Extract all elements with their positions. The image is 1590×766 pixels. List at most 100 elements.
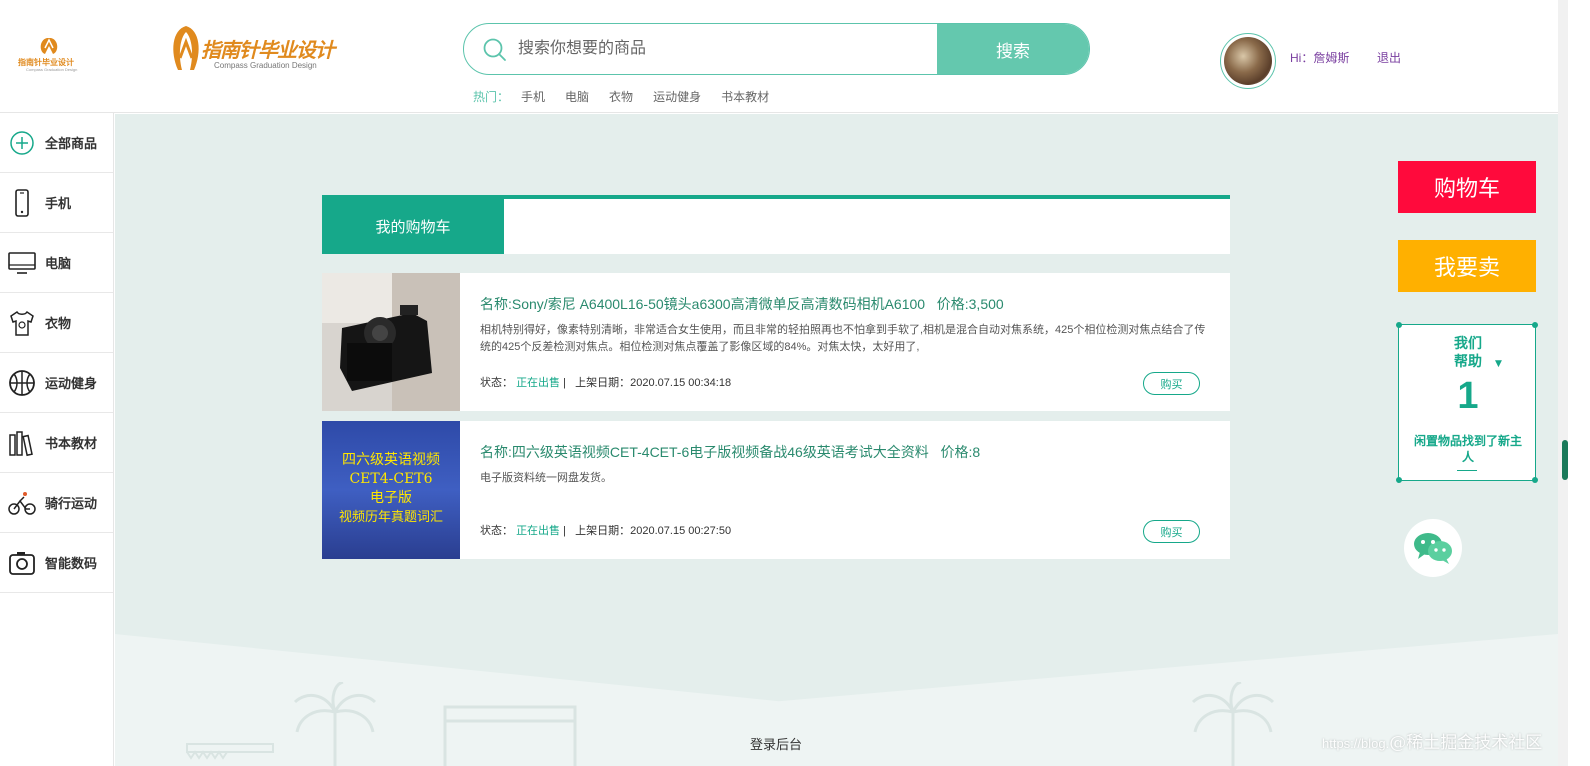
logout-link[interactable]: 退出 bbox=[1377, 49, 1401, 66]
divider: | bbox=[560, 377, 573, 389]
logo-text: 指南针毕业设计 bbox=[201, 38, 335, 62]
status-badge: 正在出售 bbox=[516, 377, 561, 389]
saw-decoration-icon bbox=[186, 743, 274, 760]
hot-item-fitness[interactable]: 运动健身 bbox=[653, 88, 701, 105]
hot-item-phone[interactable]: 手机 bbox=[521, 88, 545, 105]
avatar[interactable] bbox=[1220, 33, 1276, 89]
camera-icon bbox=[8, 549, 36, 577]
scrollbar-thumb[interactable] bbox=[1562, 440, 1568, 480]
product-thumbnail[interactable] bbox=[322, 273, 460, 411]
category-sidebar: 全部商品 手机 电脑 衣物 运动健身 书本教材 骑行运动 智能数码 bbox=[0, 113, 114, 766]
search-box: 搜索 bbox=[463, 23, 1090, 75]
product-description: 电子版资料统一网盘发货。 bbox=[480, 472, 612, 484]
ball-icon bbox=[8, 369, 36, 397]
sidebar-item-label: 书本教材 bbox=[45, 436, 98, 451]
divider bbox=[1457, 470, 1477, 471]
sidebar-item-fitness[interactable]: 运动健身 bbox=[0, 353, 113, 413]
watermark-brand: @稀土掘金技术社区 bbox=[1389, 733, 1543, 753]
hot-searches: 热门： 手机 电脑 衣物 运动健身 书本教材 bbox=[473, 88, 789, 105]
corner-dot bbox=[1396, 322, 1402, 328]
thumbnail-line: 视频历年真题词汇 bbox=[338, 510, 443, 525]
caret-down-icon: ▼ bbox=[1495, 359, 1502, 369]
product-title[interactable]: 名称:Sony/索尼 A6400L16-50镜头a6300高清微单反高清数码相机… bbox=[480, 294, 1004, 314]
main-content: 登录后台 我的购物车 名称:Sony/索尼 A6400L16-50镜头a6300… bbox=[115, 114, 1558, 766]
help-widget[interactable]: 我们 帮助 ▼ 1 闲置物品找到了新主人 bbox=[1396, 322, 1538, 483]
phone-icon bbox=[8, 188, 36, 217]
corner-dot bbox=[1532, 322, 1538, 328]
help-title-line: 帮助 ▼ bbox=[1399, 353, 1537, 371]
search-button[interactable]: 搜索 bbox=[937, 24, 1089, 74]
product-name: 名称:四六级英语视频CET-4CET-6电子版视频备战46级英语考试大全资料 bbox=[480, 444, 929, 460]
cart-item: 四六级英语视频 CET4-CET6 电子版 视频历年真题词汇 名称:四六级英语视… bbox=[322, 421, 1230, 559]
thumbnail-line: 电子版 bbox=[370, 490, 412, 506]
hot-label: 热门： bbox=[473, 90, 510, 104]
sidebar-item-label: 智能数码 bbox=[45, 556, 98, 571]
watermark-url: https://blog. bbox=[1322, 736, 1390, 751]
status-label: 状态： bbox=[480, 525, 513, 537]
hot-item-clothes[interactable]: 衣物 bbox=[609, 88, 633, 105]
wechat-button[interactable] bbox=[1404, 519, 1462, 577]
wechat-icon bbox=[1414, 533, 1452, 564]
corner-dot bbox=[1396, 477, 1402, 483]
product-name: 名称:Sony/索尼 A6400L16-50镜头a6300高清微单反高清数码相机… bbox=[480, 296, 926, 312]
books-icon bbox=[8, 429, 36, 457]
logo-small-subtitle: Compass Graduation Design bbox=[26, 67, 78, 72]
sidebar-item-label: 衣物 bbox=[45, 316, 72, 331]
palm-decoration-icon bbox=[1191, 682, 1275, 766]
logo-subtitle: Compass Graduation Design bbox=[214, 61, 317, 70]
cart-header-panel: 我的购物车 bbox=[322, 195, 1230, 254]
search-input[interactable] bbox=[518, 24, 918, 74]
product-meta: 状态： 正在出售 | 上架日期：2020.07.15 00:27:50 bbox=[480, 522, 731, 538]
cyclist-icon bbox=[8, 489, 36, 517]
thumbnail-line: CET4-CET6 bbox=[349, 471, 433, 487]
sidebar-item-label: 全部商品 bbox=[45, 136, 98, 151]
date-label: 上架日期： bbox=[575, 377, 631, 389]
product-thumbnail[interactable]: 四六级英语视频 CET4-CET6 电子版 视频历年真题词汇 bbox=[322, 421, 460, 559]
sidebar-item-clothes[interactable]: 衣物 bbox=[0, 293, 113, 353]
sidebar-item-label: 运动健身 bbox=[45, 376, 98, 391]
status-badge: 正在出售 bbox=[516, 525, 561, 537]
thumbnail-line: 四六级英语视频 bbox=[342, 452, 440, 468]
help-title: 我们 帮助 ▼ bbox=[1399, 335, 1537, 371]
help-subtitle: 闲置物品找到了新主人 bbox=[1413, 434, 1522, 464]
sell-button[interactable]: 我要卖 bbox=[1398, 240, 1536, 292]
admin-login-link[interactable]: 登录后台 bbox=[750, 734, 802, 753]
listing-date: 2020.07.15 00:27:50 bbox=[630, 525, 732, 537]
sidebar-item-label: 骑行运动 bbox=[45, 496, 98, 511]
sidebar-item-label: 手机 bbox=[45, 196, 72, 211]
product-description: 相机特别得好，像素特别清晰，非常适合女生使用，而且非常的轻拍照再也不怕拿到手软了… bbox=[480, 324, 1206, 353]
corner-dot bbox=[1532, 477, 1538, 483]
sidebar-item-books[interactable]: 书本教材 bbox=[0, 413, 113, 473]
monitor-icon bbox=[8, 249, 36, 277]
product-meta: 状态： 正在出售 | 上架日期：2020.07.15 00:34:18 bbox=[480, 374, 731, 390]
hot-item-computer[interactable]: 电脑 bbox=[565, 88, 589, 105]
sidebar-item-label: 电脑 bbox=[45, 256, 72, 271]
user-greeting[interactable]: Hi：詹姆斯 bbox=[1290, 49, 1349, 66]
box-decoration-icon bbox=[443, 705, 577, 766]
sidebar-item-phone[interactable]: 手机 bbox=[0, 173, 113, 233]
watermark: https://blog.@稀土掘金技术社区 bbox=[1322, 728, 1542, 753]
cart-item: 名称:Sony/索尼 A6400L16-50镜头a6300高清微单反高清数码相机… bbox=[322, 273, 1230, 411]
status-label: 状态： bbox=[480, 377, 513, 389]
product-title[interactable]: 名称:四六级英语视频CET-4CET-6电子版视频备战46级英语考试大全资料 价… bbox=[480, 442, 980, 462]
palm-decoration-icon bbox=[293, 682, 377, 766]
sidebar-item-cycling[interactable]: 骑行运动 bbox=[0, 473, 113, 533]
divider: | bbox=[560, 525, 573, 537]
tab-my-cart[interactable]: 我的购物车 bbox=[322, 199, 504, 254]
plus-circle-icon bbox=[8, 129, 36, 157]
shirt-icon bbox=[8, 309, 36, 337]
search-icon bbox=[483, 38, 506, 61]
shopping-cart-button[interactable]: 购物车 bbox=[1398, 161, 1536, 213]
hot-item-books[interactable]: 书本教材 bbox=[721, 88, 769, 105]
help-count: 1 bbox=[1457, 375, 1479, 417]
sidebar-item-all[interactable]: 全部商品 bbox=[0, 113, 113, 173]
sidebar-item-digital[interactable]: 智能数码 bbox=[0, 533, 113, 593]
buy-button[interactable]: 购买 bbox=[1143, 520, 1200, 543]
scrollbar[interactable] bbox=[1558, 0, 1568, 766]
buy-button[interactable]: 购买 bbox=[1143, 372, 1200, 395]
help-title-line: 我们 bbox=[1454, 336, 1482, 352]
product-price: 价格:8 bbox=[940, 444, 981, 460]
listing-date: 2020.07.15 00:34:18 bbox=[630, 377, 732, 389]
date-label: 上架日期： bbox=[575, 525, 631, 537]
sidebar-item-computer[interactable]: 电脑 bbox=[0, 233, 113, 293]
